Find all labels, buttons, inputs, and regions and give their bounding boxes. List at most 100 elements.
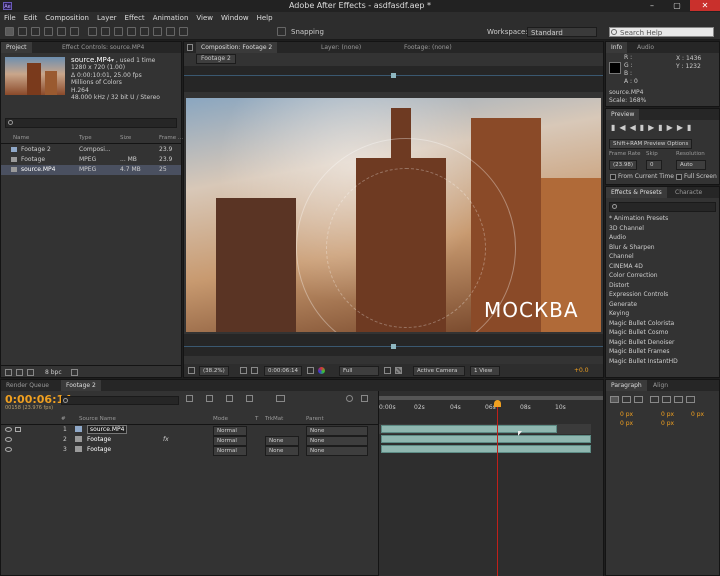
table-row[interactable]: source.MP4 MPEG 4.7 MB 25 <box>1 165 181 175</box>
skip-input[interactable]: 0 <box>646 160 662 170</box>
full-screen-checkbox[interactable] <box>676 174 682 180</box>
tab-composition[interactable]: Composition: Footage 2 <box>196 42 278 53</box>
parent-select[interactable]: None <box>306 446 368 456</box>
menu-animation[interactable]: Animation <box>149 12 193 24</box>
justify-all-icon[interactable] <box>686 396 695 403</box>
list-item[interactable]: Channel <box>609 252 717 262</box>
list-item[interactable]: Magic Bullet InstantHD <box>609 357 717 367</box>
menu-edit[interactable]: Edit <box>20 12 42 24</box>
mask-icon[interactable] <box>361 395 368 402</box>
selection-tool-icon[interactable] <box>5 27 14 36</box>
brush-tool-icon[interactable] <box>127 27 136 36</box>
transparency-grid-icon[interactable] <box>395 367 402 374</box>
zoom-tool-icon[interactable] <box>31 27 40 36</box>
table-row[interactable]: 3 Footage Normal None None <box>1 445 378 456</box>
frame-blending-icon[interactable] <box>226 395 233 402</box>
snapping-checkbox[interactable] <box>277 27 286 36</box>
layer-name[interactable]: Footage <box>87 435 111 444</box>
list-item[interactable]: Audio <box>609 233 717 243</box>
justify-right-icon[interactable] <box>674 396 683 403</box>
col-size[interactable]: Size <box>120 134 131 143</box>
col-frame[interactable]: Frame ... <box>159 134 183 143</box>
maximize-icon[interactable]: ▢ <box>665 0 689 11</box>
next-frame-icon[interactable]: ▮▶ <box>658 123 677 132</box>
new-composition-icon[interactable] <box>27 369 34 376</box>
justify-center-icon[interactable] <box>662 396 671 403</box>
time-graph[interactable]: 0:00s 02s 04s 06s 08s 10s <box>379 391 603 576</box>
minimize-icon[interactable]: – <box>640 0 664 11</box>
list-item[interactable]: Blur & Sharpen <box>609 243 717 253</box>
trash-icon[interactable] <box>71 369 78 376</box>
exposure-value[interactable]: +0.0 <box>574 366 589 375</box>
space-after-field[interactable]: 0 px <box>661 419 674 428</box>
path-handle-icon[interactable] <box>391 73 396 78</box>
draft-3d-icon[interactable] <box>186 395 193 402</box>
eye-icon[interactable] <box>5 447 12 452</box>
list-item[interactable]: Color Correction <box>609 271 717 281</box>
snapshot-icon[interactable] <box>307 367 314 374</box>
tab-audio[interactable]: Audio <box>632 42 659 53</box>
space-before-field[interactable]: 0 px <box>620 419 633 428</box>
layer-name[interactable]: Footage <box>87 445 111 454</box>
camera-tool-icon[interactable] <box>57 27 66 36</box>
interpret-footage-icon[interactable] <box>5 369 12 376</box>
eraser-tool-icon[interactable] <box>153 27 162 36</box>
list-item[interactable]: Magic Bullet Cosmo <box>609 328 717 338</box>
current-time-indicator[interactable] <box>497 401 498 576</box>
project-search-input[interactable] <box>5 118 177 128</box>
mode-select[interactable]: Normal <box>213 446 247 456</box>
tab-align[interactable]: Align <box>648 380 673 391</box>
list-item[interactable]: Distort <box>609 281 717 291</box>
layer-search-input[interactable] <box>61 396 179 405</box>
layer-bar-source[interactable] <box>381 425 557 433</box>
fx-icon[interactable]: fx <box>163 435 169 444</box>
audio-icon[interactable] <box>15 427 21 432</box>
pen-tool-icon[interactable] <box>101 27 110 36</box>
clone-stamp-tool-icon[interactable] <box>140 27 149 36</box>
first-frame-icon[interactable]: ▮◀ <box>611 123 630 132</box>
tab-info[interactable]: Info <box>606 42 628 53</box>
camera-select[interactable]: Active Camera <box>413 366 465 376</box>
menu-effect[interactable]: Effect <box>121 12 149 24</box>
table-row[interactable]: 1 source.MP4 Normal None <box>1 425 378 436</box>
prev-frame-icon[interactable]: ◀▮ <box>630 123 649 132</box>
align-right-icon[interactable] <box>634 396 643 403</box>
tab-timeline-footage-2[interactable]: Footage 2 <box>61 380 101 391</box>
tab-project[interactable]: Project <box>1 42 32 53</box>
tab-effect-controls[interactable]: Effect Controls: source.MP4 <box>57 42 149 53</box>
layer-bar-footage[interactable] <box>381 435 591 443</box>
puppet-pin-tool-icon[interactable] <box>179 27 188 36</box>
frame-rate-select[interactable]: (23.98) <box>609 160 638 170</box>
tab-render-queue[interactable]: Render Queue <box>1 380 54 391</box>
menu-view[interactable]: View <box>192 12 217 24</box>
table-row[interactable]: Footage 2 Composi... 23.9 <box>1 145 181 154</box>
effects-search-input[interactable] <box>609 202 716 212</box>
search-help-input[interactable]: Search Help <box>609 27 714 37</box>
list-item[interactable]: Magic Bullet Colorista <box>609 319 717 329</box>
menu-window[interactable]: Window <box>217 12 253 24</box>
list-item[interactable]: Keying <box>609 309 717 319</box>
close-icon[interactable]: ✕ <box>690 0 720 11</box>
lock-icon[interactable] <box>187 44 193 51</box>
resolution-select[interactable]: Auto <box>676 160 706 170</box>
graph-editor-icon[interactable] <box>276 395 285 402</box>
align-center-icon[interactable] <box>622 396 631 403</box>
list-item[interactable]: 3D Channel <box>609 224 717 234</box>
hand-tool-icon[interactable] <box>18 27 27 36</box>
layer-bar-footage[interactable] <box>381 445 591 453</box>
trkmat-select[interactable]: None <box>265 446 299 456</box>
ram-preview-options[interactable]: Shift+RAM Preview Options <box>609 139 693 149</box>
resolution-select[interactable]: Full <box>339 366 379 376</box>
brainstorm-icon[interactable] <box>346 395 353 402</box>
viewer-frame[interactable]: МОСКВА <box>186 98 601 332</box>
list-item[interactable]: Generate <box>609 300 717 310</box>
path-handle-icon[interactable] <box>391 344 396 349</box>
play-icon[interactable]: ▶ <box>648 123 658 132</box>
mask-visibility-icon[interactable] <box>251 367 258 374</box>
type-tool-icon[interactable] <box>114 27 123 36</box>
eye-icon[interactable] <box>5 427 12 432</box>
roto-brush-tool-icon[interactable] <box>166 27 175 36</box>
menu-help[interactable]: Help <box>253 12 277 24</box>
zoom-select[interactable]: (38.2%) <box>199 366 229 376</box>
tab-preview[interactable]: Preview <box>606 109 640 120</box>
